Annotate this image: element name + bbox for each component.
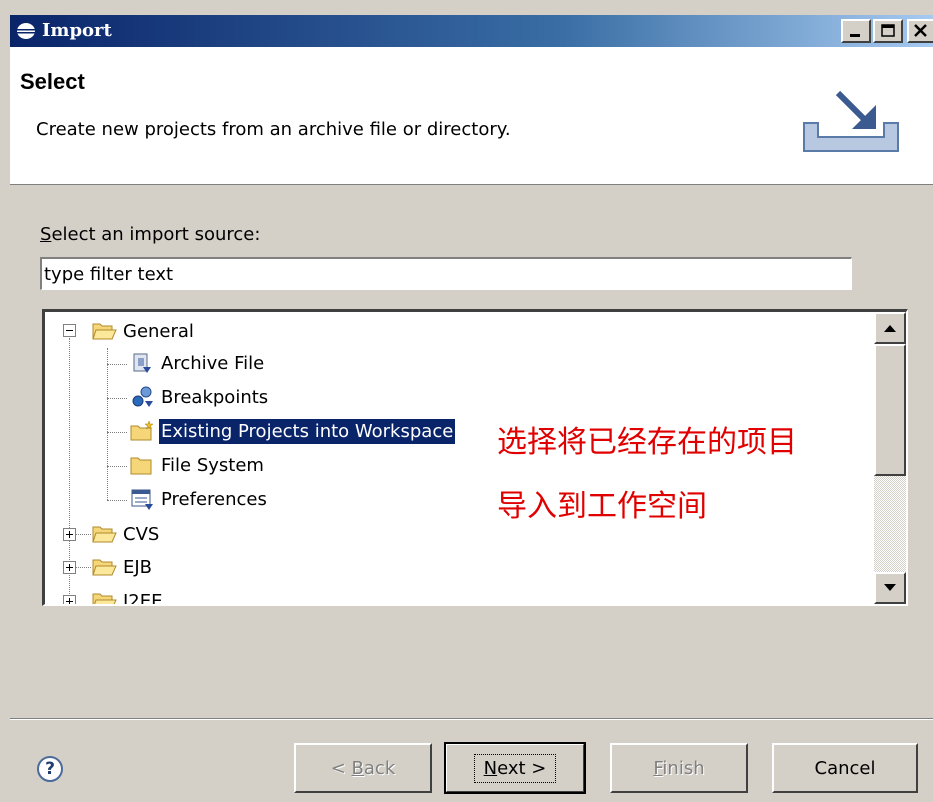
expand-toggle[interactable]: [63, 528, 76, 541]
archive-file-icon: [133, 353, 151, 373]
expand-toggle[interactable]: [63, 561, 76, 574]
minimize-icon: [850, 34, 860, 37]
tree-item-file-system[interactable]: File System: [129, 450, 266, 480]
scrollbar-thumb[interactable]: [874, 344, 906, 476]
page-title: Select: [20, 69, 85, 94]
tree-item-label: Breakpoints: [161, 386, 269, 408]
expand-toggle[interactable]: [63, 595, 76, 604]
tree-item-label: Preferences: [161, 488, 267, 510]
scroll-down-button[interactable]: [874, 572, 906, 604]
title-bar[interactable]: Import: [10, 15, 933, 47]
button-label: < Back: [331, 758, 396, 779]
tree-item-label: File System: [161, 454, 264, 476]
tree-connector: [107, 398, 127, 399]
finish-rest: inish: [662, 757, 705, 779]
maximize-icon: [881, 24, 895, 37]
mnemonic: B: [351, 757, 364, 779]
scroll-up-button[interactable]: [874, 312, 906, 344]
annotation-line-1: 选择将已经存在的项目: [497, 425, 797, 460]
divider: [10, 718, 933, 720]
breakpoints-icon: [132, 386, 153, 407]
open-folder-icon: [92, 559, 117, 576]
collapse-toggle[interactable]: [63, 324, 76, 337]
eclipse-icon: [17, 23, 35, 39]
back-rest: ack: [363, 757, 396, 779]
help-button[interactable]: ?: [37, 756, 63, 782]
preferences-icon: [131, 489, 153, 510]
tree-item-label: EJB: [123, 556, 153, 578]
close-button[interactable]: [907, 19, 933, 43]
open-folder-icon: [92, 593, 117, 604]
finish-button[interactable]: Finish: [610, 743, 748, 793]
back-prefix: <: [330, 757, 352, 779]
window-title: Import: [42, 20, 112, 41]
next-rest: ext >: [497, 757, 547, 779]
tree-item-preferences[interactable]: Preferences: [129, 484, 269, 514]
import-wizard-icon: [803, 90, 899, 152]
page-description: Create new projects from an archive file…: [36, 119, 511, 140]
tree-connector: [107, 500, 127, 501]
minimize-button[interactable]: [841, 19, 871, 43]
tree-connector: [107, 364, 127, 365]
next-button[interactable]: Next >: [444, 742, 586, 794]
tree-connector: [107, 466, 127, 467]
cancel-button[interactable]: Cancel: [772, 743, 918, 793]
label-text: elect an import source:: [51, 224, 261, 245]
wizard-header: Select Create new projects from an archi…: [10, 47, 933, 185]
tree-item-archive-file[interactable]: Archive File: [129, 348, 266, 378]
arrow-down-icon: [884, 584, 896, 591]
tree-item-general[interactable]: General: [91, 316, 196, 346]
tree-connector: [107, 432, 127, 433]
tree-item-label: J2EE: [123, 590, 163, 606]
button-label: Finish: [653, 758, 704, 779]
tree-item-ejb[interactable]: EJB: [91, 552, 154, 582]
filter-input[interactable]: [40, 257, 852, 290]
maximize-button[interactable]: [873, 19, 903, 43]
tree-connector: [107, 348, 108, 500]
annotation-line-2: 导入到工作空间: [497, 489, 707, 524]
button-label: Cancel: [814, 757, 876, 779]
tree-item-cvs[interactable]: CVS: [91, 519, 161, 549]
import-source-label: Select an import source:: [40, 224, 260, 245]
tree-item-breakpoints[interactable]: Breakpoints: [129, 382, 270, 412]
tree-item-label: Existing Projects into Workspace: [157, 417, 457, 445]
tree-item-j2ee[interactable]: J2EE: [91, 586, 165, 606]
tree-item-label: Archive File: [161, 352, 265, 374]
vertical-scrollbar[interactable]: [874, 312, 906, 604]
project-folder-icon: [130, 420, 154, 441]
tree-item-existing-projects[interactable]: Existing Projects into Workspace: [129, 416, 457, 446]
back-button[interactable]: < Back: [294, 743, 432, 793]
tree-item-label: CVS: [123, 523, 160, 545]
open-folder-icon: [92, 323, 117, 340]
tree-connector: [75, 567, 91, 568]
tree-connector: [75, 534, 91, 535]
mnemonic: N: [483, 757, 498, 779]
label-mnemonic: S: [40, 224, 52, 245]
tree-item-label: General: [123, 320, 194, 342]
folder-icon: [130, 457, 152, 475]
arrow-up-icon: [884, 325, 896, 332]
open-folder-icon: [92, 526, 117, 543]
close-icon: [914, 24, 927, 37]
button-label: Next >: [473, 753, 557, 783]
